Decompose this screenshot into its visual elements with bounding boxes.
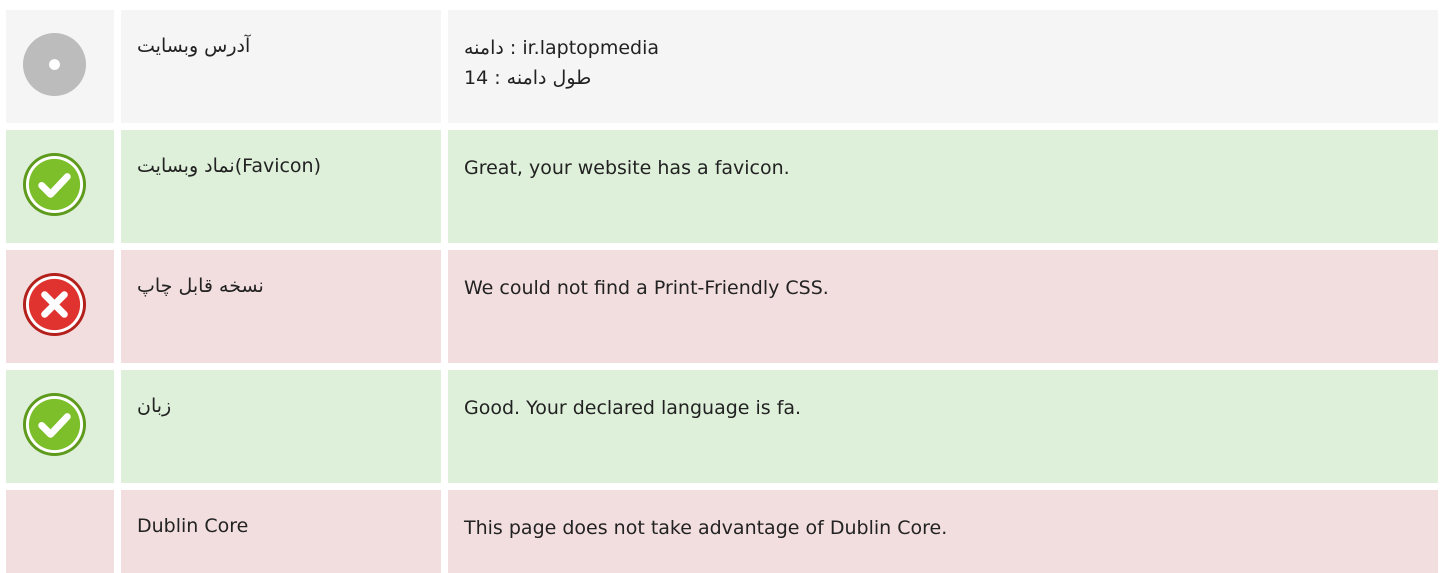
row-label: زبان [137,395,172,417]
domain-line: دامنه : ir.laptopmedia [464,37,660,59]
check-circle-icon [22,152,87,217]
row-value: This page does not take advantage of Dub… [464,517,948,539]
row-value: Good. Your declared language is fa. [464,397,802,419]
seo-check-table: آدرس وبسایت دامنه : ir.laptopmedia طول د… [0,0,1450,573]
table-row: Dublin Core This page does not take adva… [0,490,1450,573]
row-label: Dublin Core [137,515,249,537]
error-circle-icon [22,272,87,337]
table-row: آدرس وبسایت دامنه : ir.laptopmedia طول د… [0,10,1450,123]
check-circle-icon [22,392,87,457]
table-row: زبان Good. Your declared language is fa. [0,370,1450,483]
row-value: دامنه : ir.laptopmedia طول دامنه : 14 [464,33,659,93]
table-row: نماد وبسایت(Favicon) Great, your website… [0,130,1450,243]
row-value: Great, your website has a favicon. [464,157,790,179]
row-value: We could not find a Print-Friendly CSS. [464,277,829,299]
info-circle-icon [22,32,87,97]
row-label: آدرس وبسایت [137,35,251,57]
row-label: نسخه قابل چاپ [137,275,264,297]
table-row: نسخه قابل چاپ We could not find a Print-… [0,250,1450,363]
row-label: نماد وبسایت(Favicon) [137,155,322,177]
domain-length-line: طول دامنه : 14 [464,67,592,89]
